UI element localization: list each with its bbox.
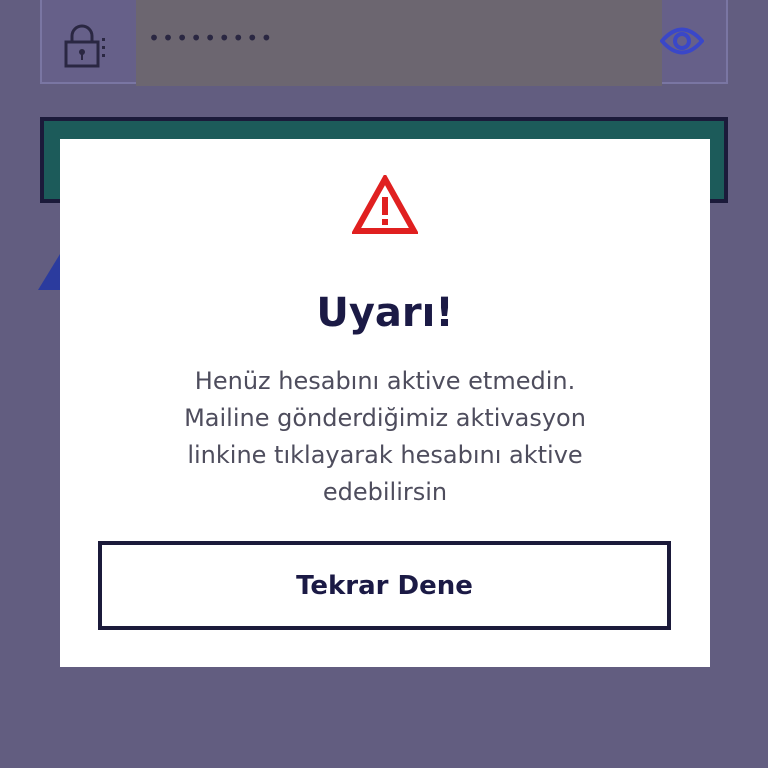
- password-row: •••••••••: [40, 0, 728, 86]
- password-input[interactable]: •••••••••: [136, 0, 662, 86]
- dialog-title: Uyarı!: [316, 290, 454, 336]
- alert-dialog: Uyarı! Henüz hesabını aktive etmedin. Ma…: [60, 139, 710, 667]
- dialog-message-line: edebilirsin: [322, 478, 448, 506]
- retry-button-label: Tekrar Dene: [296, 570, 473, 601]
- lock-icon: [62, 24, 108, 68]
- retry-button[interactable]: Tekrar Dene: [98, 541, 671, 630]
- warning-icon: [350, 172, 420, 235]
- dialog-message-line: Henüz hesabını aktive etmedin.: [194, 367, 576, 395]
- eye-icon[interactable]: [659, 24, 705, 58]
- dialog-message-line: linkine tıklayarak hesabını aktive: [187, 441, 583, 469]
- dialog-message: Henüz hesabını aktive etmedin. Mailine g…: [125, 363, 645, 511]
- dialog-message-line: Mailine gönderdiğimiz aktivasyon: [184, 404, 586, 432]
- password-value: •••••••••: [148, 26, 275, 50]
